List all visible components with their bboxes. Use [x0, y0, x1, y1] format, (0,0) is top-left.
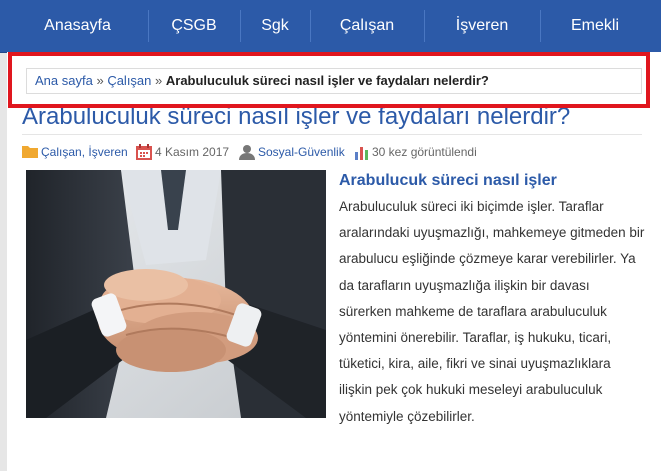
top-navigation: Anasayfa ÇSGB Sgk Çalışan İşveren Emekli: [0, 0, 661, 53]
article-body: Arabuluculuk süreci iki biçimde işler. T…: [339, 199, 645, 424]
meta-author-link[interactable]: Sosyal-Güvenlik: [258, 143, 345, 161]
meta-date: 4 Kasım 2017: [155, 145, 230, 159]
breadcrumb-category-link[interactable]: Çalışan: [107, 73, 151, 88]
breadcrumb-separator: »: [96, 73, 104, 88]
article-subheading: Arabulucuk süreci nasıl işler: [339, 172, 557, 189]
nav-item-sgk[interactable]: Sgk: [240, 0, 310, 52]
meta-views: 30 kez görüntülendi: [372, 145, 477, 159]
nav-item-anasayfa[interactable]: Anasayfa: [20, 0, 135, 52]
calendar-icon: [136, 144, 152, 163]
nav-item-csgb[interactable]: ÇSGB: [148, 0, 240, 52]
bar-chart-icon: [355, 144, 369, 163]
breadcrumb-home-link[interactable]: Ana sayfa: [35, 73, 93, 88]
nav-item-emekli[interactable]: Emekli: [540, 0, 650, 52]
breadcrumb: Ana sayfa » Çalışan » Arabuluculuk sürec…: [26, 68, 642, 94]
nav-item-calisan[interactable]: Çalışan: [310, 0, 424, 52]
folder-icon: [22, 144, 38, 161]
breadcrumb-highlight: Ana sayfa » Çalışan » Arabuluculuk sürec…: [8, 52, 650, 108]
meta-categories-link[interactable]: Çalışan, İşveren: [41, 143, 128, 161]
user-icon: [239, 144, 255, 163]
nav-item-isveren[interactable]: İşveren: [424, 0, 540, 52]
breadcrumb-separator: »: [155, 73, 163, 88]
breadcrumb-current-page: Arabuluculuk süreci nasıl işler ve fayda…: [165, 73, 489, 88]
article-photo: [26, 170, 326, 418]
